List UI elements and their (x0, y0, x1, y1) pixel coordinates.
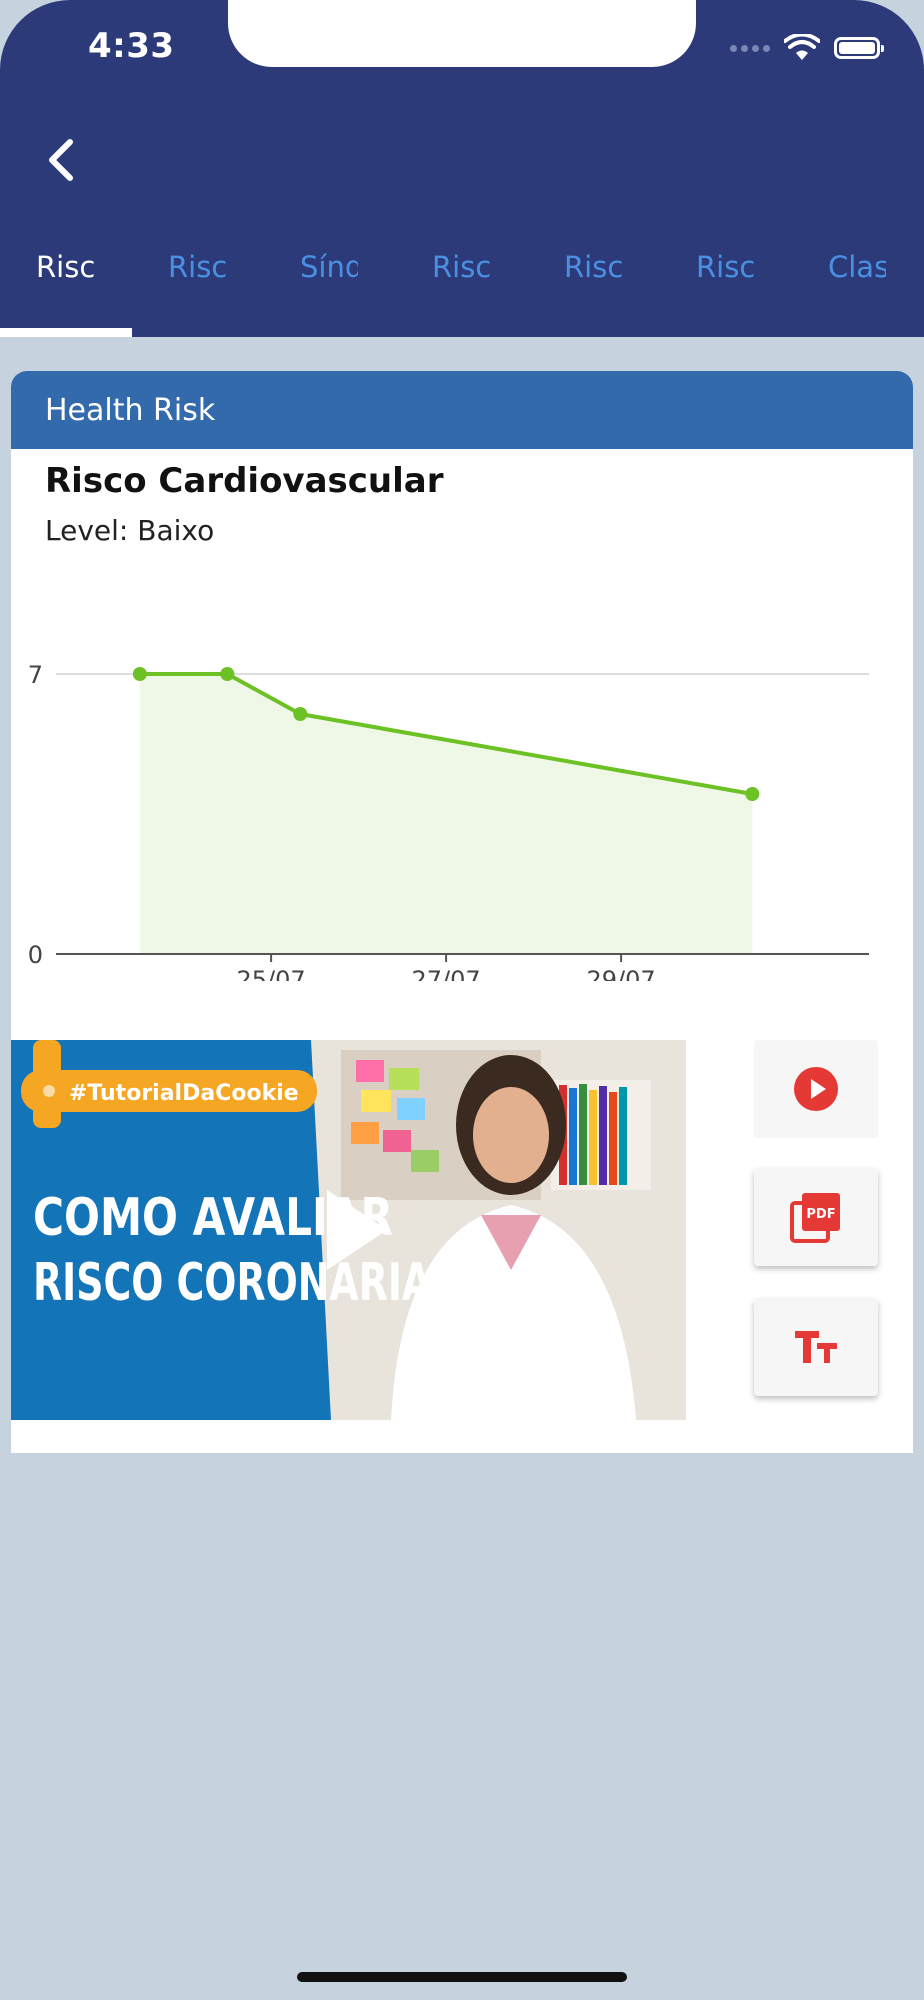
risk-chart: 0 7 25/07 27/07 29/07 (28, 661, 869, 981)
tab-bar: Risco Risco Síndrome Risco Risco Risco C… (0, 250, 924, 337)
pdf-icon: PDF (790, 1193, 840, 1243)
pdf-button[interactable]: PDF (754, 1168, 878, 1266)
wifi-icon (784, 34, 820, 60)
chart-x-tick-label: 25/07 (237, 966, 306, 981)
battery-icon (834, 37, 884, 59)
home-indicator (297, 1972, 627, 1982)
chart-point[interactable] (293, 707, 308, 721)
status-icons (730, 34, 884, 62)
active-tab-indicator (0, 328, 132, 337)
chart-point[interactable] (220, 667, 235, 681)
risk-title: Risco Cardiovascular (45, 461, 444, 501)
back-button[interactable] (40, 136, 88, 184)
signal-icon (730, 44, 770, 52)
screen: 4:33 Risco Risco Síndrome Risco Risco Ri… (0, 0, 924, 2000)
health-risk-card: Health Risk Risco Cardiovascular Level: … (11, 371, 913, 1453)
chart-x-tick-label: 27/07 (412, 966, 481, 981)
video-tag: #TutorialDaCookie (69, 1081, 299, 1106)
chart-y-tick-label: 0 (28, 941, 43, 969)
tab-risco-3[interactable]: Risco (432, 250, 564, 337)
chart-area-fill (139, 674, 753, 954)
tab-risco-1[interactable]: Risco (36, 250, 168, 337)
chart-x-tick-label: 29/07 (587, 966, 656, 981)
app-header: 4:33 Risco Risco Síndrome Risco Risco Ri… (0, 0, 924, 337)
tab-risco-2[interactable]: Risco (168, 250, 300, 337)
tab-risco-5[interactable]: Risco (696, 250, 828, 337)
play-video-button[interactable] (754, 1040, 878, 1138)
device-notch (228, 0, 696, 67)
chart-y-tick-label: 7 (28, 661, 43, 689)
video-title-line2: RISCO CORONARIANO (33, 1253, 495, 1313)
play-circle-icon (794, 1067, 838, 1111)
chart-point[interactable] (132, 667, 147, 681)
video-thumbnail[interactable]: #TutorialDaCookie COMO AVALIAR RISCO COR… (11, 1040, 686, 1420)
tab-risco-4[interactable]: Risco (564, 250, 696, 337)
text-size-button[interactable] (754, 1298, 878, 1396)
tab-sindrome[interactable]: Síndrome (300, 250, 432, 337)
card-header: Health Risk (11, 371, 913, 449)
risk-level: Level: Baixo (45, 514, 215, 547)
tab-classificacao[interactable]: Classificação (828, 250, 924, 337)
text-size-icon (795, 1331, 837, 1363)
chart-point[interactable] (745, 787, 760, 801)
status-time: 4:33 (88, 26, 175, 66)
pdf-icon-label: PDF (806, 1207, 835, 1222)
